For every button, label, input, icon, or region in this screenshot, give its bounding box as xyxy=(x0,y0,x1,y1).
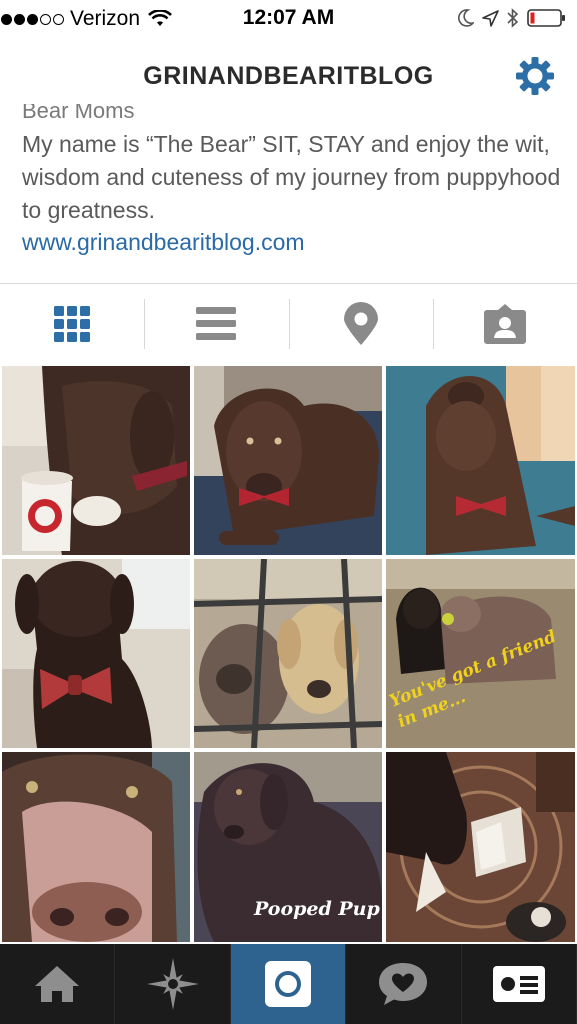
battery-icon xyxy=(527,9,565,27)
activity-heart-icon xyxy=(379,963,428,1005)
moon-icon xyxy=(458,9,474,27)
photo-thumbnail[interactable] xyxy=(0,557,192,750)
website-link[interactable]: www.grinandbearitblog.com xyxy=(22,229,305,256)
photo-thumbnail[interactable] xyxy=(0,364,192,557)
page-title: GRINANDBEARITBLOG xyxy=(143,62,434,90)
status-bar: Verizon 12:07 AM xyxy=(0,0,577,38)
photo-thumbnail[interactable] xyxy=(0,750,192,944)
tab-activity[interactable] xyxy=(346,944,462,1024)
photo-thumbnail[interactable]: Pooped Pup xyxy=(192,750,384,944)
tagged-person-icon xyxy=(483,303,526,344)
tab-tagged-view[interactable] xyxy=(432,284,577,363)
photo-image xyxy=(194,559,382,748)
explore-icon xyxy=(146,958,199,1010)
camera-icon xyxy=(265,961,312,1007)
tab-list-view[interactable] xyxy=(144,284,288,363)
profile-card-icon xyxy=(492,966,545,1002)
photo-image xyxy=(386,366,575,555)
home-icon xyxy=(35,966,80,1002)
photo-thumbnail[interactable] xyxy=(192,557,384,750)
gear-icon[interactable] xyxy=(515,56,555,96)
bottom-tab-bar xyxy=(0,944,577,1024)
photo-thumbnail[interactable]: You've got a friend in me... xyxy=(384,557,577,750)
profile-bio: My name is “The Bear” SIT, STAY and enjo… xyxy=(22,131,561,223)
tab-grid-view[interactable] xyxy=(0,284,144,363)
photo-thumbnail[interactable] xyxy=(384,364,577,557)
grid-icon xyxy=(54,305,91,342)
bluetooth-icon xyxy=(507,8,519,28)
location-arrow-icon xyxy=(482,9,499,27)
view-tabs xyxy=(0,284,577,363)
list-icon xyxy=(196,306,237,340)
photo-image xyxy=(2,366,190,555)
photo-image xyxy=(2,752,190,942)
tab-explore[interactable] xyxy=(115,944,231,1024)
tab-home[interactable] xyxy=(0,944,116,1024)
photo-caption: Pooped Pup xyxy=(254,898,380,920)
photo-thumbnail[interactable] xyxy=(192,364,384,557)
photo-image xyxy=(194,366,382,555)
bio-name-cutoff: Bear Moms xyxy=(22,104,135,118)
app-header: GRINANDBEARITBLOG xyxy=(0,38,577,114)
tab-map-view[interactable] xyxy=(288,284,433,363)
photo-image xyxy=(386,752,575,942)
tab-profile[interactable] xyxy=(462,944,577,1024)
tab-camera[interactable] xyxy=(230,944,347,1024)
location-pin-icon xyxy=(343,301,378,345)
photo-grid: You've got a friend in me... Pooped Pup xyxy=(0,364,577,944)
photo-image xyxy=(2,559,190,748)
photo-thumbnail[interactable] xyxy=(384,750,577,944)
